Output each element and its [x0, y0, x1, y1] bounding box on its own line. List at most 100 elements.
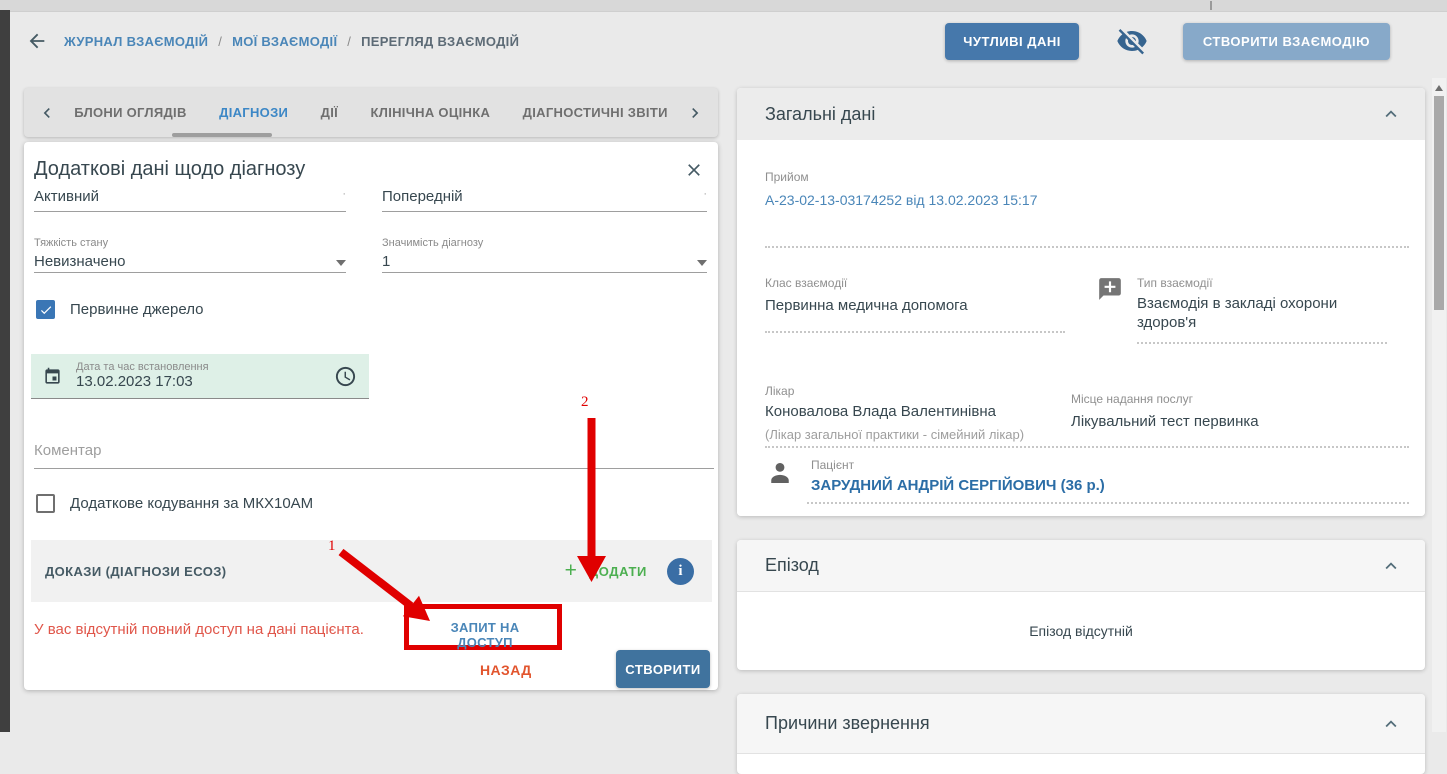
reasons-title: Причини звернення — [765, 713, 930, 734]
dialog-close-button[interactable] — [682, 158, 706, 182]
create-interaction-button[interactable]: СТВОРИТИ ВЗАЄМОДІЮ — [1183, 23, 1390, 60]
general-data-body: Прийом А-23-02-13-03174252 від 13.02.202… — [737, 140, 1425, 516]
collapse-button[interactable] — [1379, 554, 1403, 578]
chevron-down-icon — [697, 260, 707, 266]
episode-header[interactable]: Епізод — [737, 540, 1425, 592]
datetime-value: 13.02.2023 17:03 — [76, 373, 334, 391]
request-access-link[interactable]: ЗАПИТ НА ДОСТУП — [426, 620, 544, 650]
status-field[interactable]: Активний · — [34, 188, 346, 212]
divider — [1137, 342, 1387, 344]
comment-input[interactable]: Коментар — [34, 442, 714, 469]
patient-name-link[interactable]: ЗАРУДНИЙ АНДРІЙ СЕРГІЙОВИЧ (36 р.) — [811, 477, 1105, 494]
evidence-section: ДОКАЗИ (ДІАГНОЗИ ЕСОЗ) + ДОДАТИ i — [31, 540, 712, 602]
chevron-right-icon — [685, 103, 705, 123]
rank-label: Значимість діагнозу — [382, 237, 707, 249]
chevron-left-icon — [37, 103, 57, 123]
tab-review-templates[interactable]: БЛОНИ ОГЛЯДІВ — [74, 105, 186, 120]
scrollbar-up-arrow[interactable] — [1435, 85, 1443, 91]
collapsed-sidebar-edge — [0, 10, 10, 732]
window-top-tick — [1210, 1, 1212, 10]
arrow-left-icon — [26, 30, 48, 52]
interaction-class-block: Клас взаємодії Первинна медична допомога — [765, 276, 1065, 333]
episode-empty-text: Епізод відсутній — [737, 592, 1425, 670]
extra-coding-label: Додаткове кодування за МКХ10АМ — [70, 495, 313, 512]
rank-value: 1 — [382, 253, 390, 271]
breadcrumb-my-interactions[interactable]: МОЇ ВЗАЄМОДІЇ — [232, 34, 337, 49]
patient-label: Пацієнт — [811, 458, 1105, 472]
divider — [765, 246, 1409, 248]
eye-off-icon — [1116, 25, 1148, 57]
required-marker: · — [703, 188, 707, 200]
tab-actions[interactable]: ДІЇ — [321, 105, 338, 120]
plus-icon: + — [565, 561, 577, 581]
datetime-field[interactable]: Дата та час встановлення 13.02.2023 17:0… — [31, 354, 369, 399]
tabs-scroll-left-button[interactable] — [36, 102, 58, 124]
divider — [765, 446, 1409, 448]
evidence-title: ДОКАЗИ (ДІАГНОЗИ ЕСОЗ) — [45, 564, 226, 579]
primary-source-checkbox[interactable]: Первинне джерело — [36, 300, 203, 319]
toggle-visibility-button[interactable] — [1115, 26, 1149, 56]
active-tab-indicator — [172, 133, 272, 137]
window-top-strip — [0, 0, 1447, 12]
info-icon[interactable]: i — [667, 558, 694, 585]
breadcrumb-separator: / — [218, 34, 222, 49]
evidence-add-button[interactable]: ДОДАТИ — [589, 564, 647, 579]
doctor-value: Коновалова Влада Валентинівна — [765, 402, 1065, 421]
details-panel: Загальні дані Прийом А-23-02-13-03174252… — [737, 88, 1425, 774]
tab-clinical-assessment[interactable]: КЛІНІЧНА ОЦІНКА — [371, 105, 491, 120]
required-marker: · — [342, 188, 346, 200]
tabs-bar: БЛОНИ ОГЛЯДІВ ДІАГНОЗИ ДІЇ КЛІНІЧНА ОЦІН… — [24, 88, 718, 137]
close-icon — [684, 160, 704, 180]
general-data-card: Загальні дані Прийом А-23-02-13-03174252… — [737, 88, 1425, 516]
dialog-title: Додаткові дані щодо діагнозу — [34, 158, 305, 181]
datetime-label: Дата та час встановлення — [76, 361, 334, 373]
patient-block: Пацієнт ЗАРУДНИЙ АНДРІЙ СЕРГІЙОВИЧ (36 р… — [765, 458, 1105, 494]
interaction-type-value: Взаємодія в закладі охорони здоров'я — [1137, 294, 1387, 332]
access-warning-text: У вас відсутній повний доступ на дані па… — [34, 621, 364, 638]
clock-icon[interactable] — [334, 365, 357, 388]
tab-diagnoses[interactable]: ДІАГНОЗИ — [219, 105, 288, 120]
doctor-label: Лікар — [765, 384, 1065, 398]
admission-link[interactable]: А-23-02-13-03174252 від 13.02.2023 15:17 — [765, 192, 1037, 208]
status-field-value: Активний — [34, 188, 99, 205]
episode-title: Епізод — [765, 555, 819, 576]
checkbox-checked-icon — [36, 300, 55, 319]
scrollbar-thumb[interactable] — [1434, 96, 1444, 310]
general-data-header[interactable]: Загальні дані — [737, 88, 1425, 140]
interaction-type-label: Тип взаємодії — [1137, 276, 1387, 290]
interaction-class-value: Первинна медична допомога — [765, 296, 1065, 315]
chevron-up-icon — [1380, 103, 1402, 125]
back-link-button[interactable]: НАЗАД — [480, 662, 532, 678]
page-header: ЖУРНАЛ ВЗАЄМОДІЙ / МОЇ ВЗАЄМОДІЇ / ПЕРЕГ… — [24, 16, 1412, 66]
sensitive-data-button[interactable]: ЧУТЛИВІ ДАНІ — [945, 23, 1079, 60]
general-data-title: Загальні дані — [765, 104, 875, 125]
collapse-button[interactable] — [1379, 102, 1403, 126]
previous-field[interactable]: Попередній · — [382, 188, 707, 212]
calendar-icon — [43, 367, 62, 386]
breadcrumb-journal[interactable]: ЖУРНАЛ ВЗАЄМОДІЙ — [64, 34, 208, 49]
create-button[interactable]: СТВОРИТИ — [616, 650, 710, 688]
annotation-step-1: 1 — [328, 538, 336, 555]
breadcrumb: ЖУРНАЛ ВЗАЄМОДІЙ / МОЇ ВЗАЄМОДІЇ / ПЕРЕГ… — [64, 34, 519, 49]
doctor-block: Лікар Коновалова Влада Валентинівна (Лік… — [765, 384, 1065, 442]
severity-label: Тяжкість стану — [34, 237, 346, 249]
place-value: Лікувальний тест первинка — [1071, 412, 1401, 431]
add-comment-icon — [1097, 276, 1123, 344]
severity-select[interactable]: Тяжкість стану Невизначено — [34, 237, 346, 273]
extra-coding-checkbox[interactable]: Додаткове кодування за МКХ10АМ — [36, 494, 313, 513]
rank-select[interactable]: Значимість діагнозу 1 — [382, 237, 707, 273]
reasons-header[interactable]: Причини звернення — [737, 694, 1425, 754]
tab-diagnostic-reports[interactable]: ДІАГНОСТИЧНІ ЗВІТИ — [523, 105, 668, 120]
chevron-up-icon — [1380, 555, 1402, 577]
severity-value: Невизначено — [34, 253, 125, 271]
breadcrumb-current: ПЕРЕГЛЯД ВЗАЄМОДІЙ — [361, 34, 519, 49]
place-block: Місце надання послуг Лікувальний тест пе… — [1071, 392, 1401, 431]
vertical-scrollbar[interactable] — [1432, 78, 1446, 732]
chevron-up-icon — [1380, 713, 1402, 735]
primary-source-label: Первинне джерело — [70, 301, 203, 318]
interaction-class-label: Клас взаємодії — [765, 276, 1065, 290]
breadcrumb-separator: / — [347, 34, 351, 49]
checkbox-unchecked-icon — [36, 494, 55, 513]
back-button[interactable] — [24, 28, 50, 54]
tabs-scroll-right-button[interactable] — [684, 102, 706, 124]
